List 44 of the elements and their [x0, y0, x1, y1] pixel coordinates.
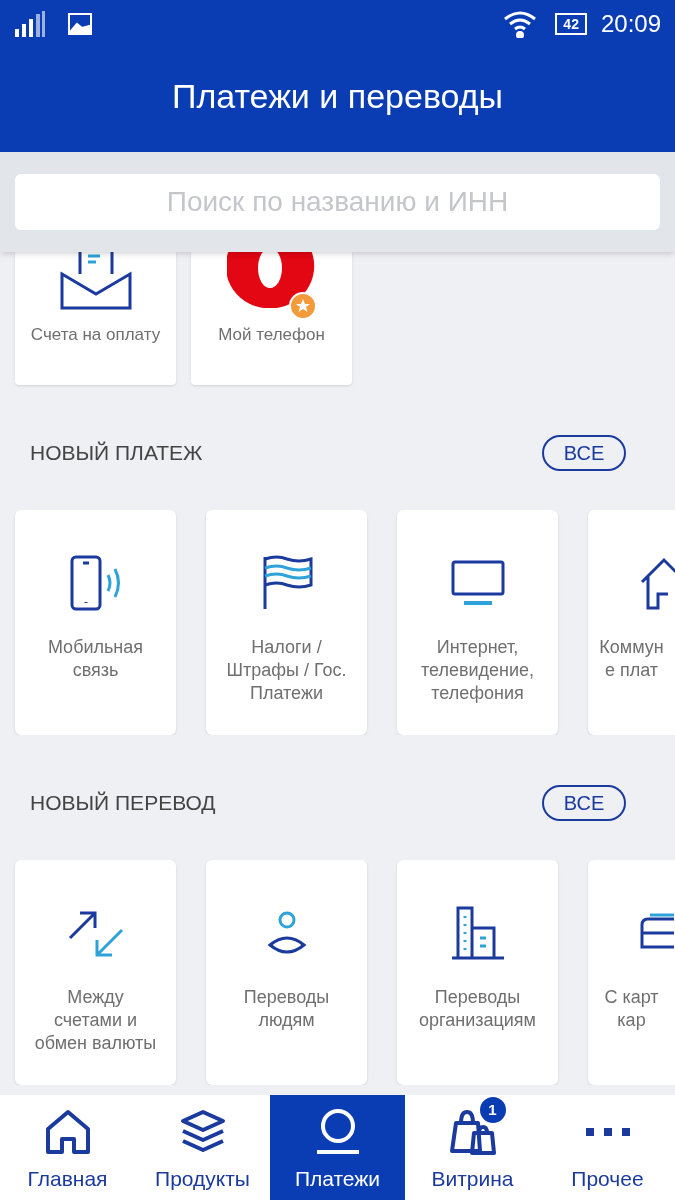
drop-logo-icon [226, 250, 317, 310]
section-title: НОВЫЙ ПЕРЕВОД [30, 789, 216, 816]
envelope-icon [59, 252, 132, 310]
show-all-button[interactable]: ВСЕ [542, 784, 626, 821]
badge-count: 1 [477, 1095, 508, 1125]
card-label: Мобильная связь [47, 636, 144, 682]
card-label: Интернет, телевидение, телефония [420, 636, 535, 705]
favorite-tile[interactable]: Счета на оплату [15, 252, 176, 385]
monitor-icon [449, 559, 506, 607]
search-field[interactable]: Поиск по названию и ИНН [15, 174, 660, 230]
card-label: Между счетами и обмен валюты [34, 986, 157, 1055]
service-card[interactable]: Переводы людям [206, 860, 367, 1085]
service-card[interactable]: Налоги / Штрафы / Гос. Платежи [206, 510, 367, 735]
favorite-tile[interactable]: Мой телефон [191, 252, 352, 385]
signal-icon [14, 11, 46, 37]
service-card[interactable]: Мобильная связь [15, 510, 176, 735]
star-badge-icon [289, 292, 317, 320]
card-label: С карт кар [604, 986, 659, 1032]
service-card[interactable]: Интернет, телевидение, телефония [397, 510, 558, 735]
battery-level: 42 [555, 13, 587, 35]
image-icon [68, 13, 92, 35]
nav-tab[interactable]: Платежи [270, 1095, 405, 1200]
section-title: НОВЫЙ ПЛАТЕЖ [30, 439, 203, 466]
card-label: Налоги / Штрафы / Гос. Платежи [226, 636, 347, 705]
more-icon [584, 1126, 631, 1138]
service-card[interactable]: Между счетами и обмен валюты [15, 860, 176, 1085]
show-all-button[interactable]: ВСЕ [542, 434, 626, 471]
tile-label: Счета на оплату [30, 324, 161, 346]
card-label: Переводы людям [243, 986, 330, 1032]
card-label: Коммун е плат [599, 636, 664, 682]
service-card[interactable]: С карт кар [588, 860, 675, 1085]
card-label: Переводы организациям [419, 986, 536, 1032]
building-icon [449, 906, 506, 960]
wifi-icon [503, 10, 538, 38]
house-icon [640, 556, 675, 610]
layers-icon [179, 1109, 226, 1155]
home-icon [44, 1109, 91, 1155]
tile-label: Мой телефон [218, 324, 325, 346]
page-title: Платежи и переводы [171, 75, 503, 117]
service-card[interactable]: Переводы организациям [397, 860, 558, 1085]
clock-time: 20:09 [600, 9, 661, 39]
person-icon [266, 911, 307, 955]
circle-underline-icon [314, 1109, 361, 1155]
service-card[interactable]: Коммун е плат [588, 510, 675, 735]
